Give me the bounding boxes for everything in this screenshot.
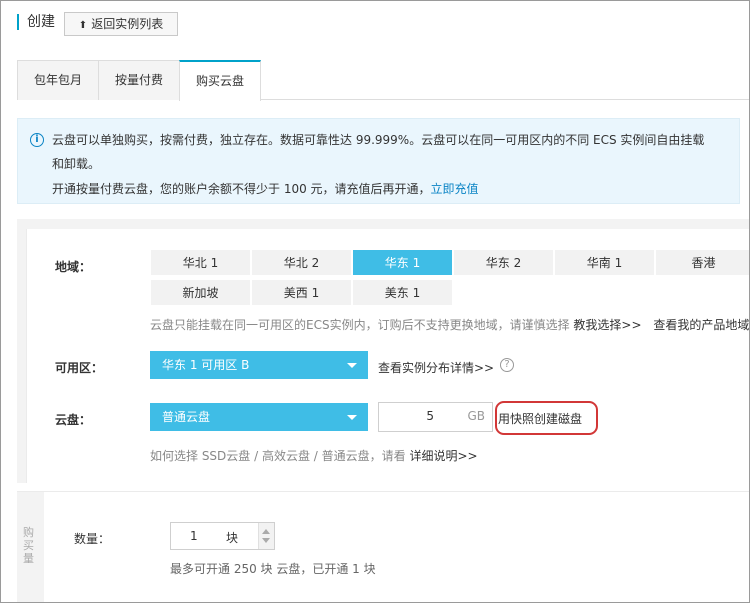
my-regions-link[interactable]: 查看我的产品地域 (653, 318, 749, 332)
tab-bar: 包年包月 按量付费 购买云盘 (17, 60, 749, 101)
region-option-huadong1[interactable]: 华东 1 (352, 249, 453, 276)
region-option-us-east1[interactable]: 美东 1 (352, 279, 453, 306)
zone-distribution-link[interactable]: 查看实例分布详情>> (378, 359, 494, 376)
purchase-side-tab: 购买量 (17, 492, 44, 602)
recharge-link[interactable]: 立即充值 (431, 182, 479, 196)
disk-type-value: 普通云盘 (162, 410, 211, 424)
decrement-arrow-icon[interactable] (262, 538, 270, 543)
window-frame: 创建 ⬆ 返回实例列表 包年包月 按量付费 购买云盘 i 云盘可以单独购买，按需付… (0, 0, 750, 603)
zone-select-value: 华东 1 可用区 B (162, 358, 250, 372)
chevron-down-icon (347, 415, 357, 420)
page-title: 创建 (17, 14, 55, 30)
region-hint-text: 云盘只能挂载在同一可用区的ECS实例内，订购后不支持更换地域，请谨慎选择 (150, 318, 570, 332)
notice-balance-text: 开通按量付费云盘，您的账户余额不得少于 100 元，请充值后再开通， (52, 182, 431, 196)
notice-line-3: 开通按量付费云盘，您的账户余额不得少于 100 元，请充值后再开通，立即充值 (52, 181, 479, 197)
region-option-huabei1[interactable]: 华北 1 (150, 249, 251, 276)
zone-label: 可用区： (55, 361, 104, 375)
notice-line-1: 云盘可以单独购买，按需付费，独立存在。数据可靠性达 99.999%。云盘可以在同… (52, 133, 705, 147)
back-to-list-button[interactable]: ⬆ 返回实例列表 (64, 12, 178, 36)
quantity-value: 1 (190, 529, 198, 543)
increment-arrow-icon[interactable] (262, 529, 270, 534)
disk-hint-text: 如何选择 SSD云盘 / 高效云盘 / 普通云盘，请看 (150, 449, 406, 463)
disk-hint: 如何选择 SSD云盘 / 高效云盘 / 普通云盘，请看 详细说明>> (150, 447, 478, 464)
up-arrow-icon: ⬆ (78, 20, 88, 31)
tab-subscription[interactable]: 包年包月 (17, 60, 99, 100)
tab-buy-disk[interactable]: 购买云盘 (179, 60, 261, 101)
quantity-label: 数量： (74, 532, 111, 546)
config-panel: 地域： 华北 1 华北 2 华东 1 华东 2 华南 1 香港 新加坡 美西 1… (17, 219, 749, 483)
region-option-hongkong[interactable]: 香港 (655, 249, 749, 276)
region-option-singapore[interactable]: 新加坡 (150, 279, 251, 306)
region-hint: 云盘只能挂载在同一可用区的ECS实例内，订购后不支持更换地域，请谨慎选择 教我选… (150, 316, 749, 333)
region-option-huadong2[interactable]: 华东 2 (453, 249, 554, 276)
zone-select[interactable]: 华东 1 可用区 B (150, 351, 368, 379)
back-button-label: 返回实例列表 (91, 17, 164, 31)
notice-line-2: 和卸载。 (52, 157, 101, 171)
disk-detail-link[interactable]: 详细说明>> (409, 449, 477, 463)
quantity-hint: 最多可开通 250 块 云盘，已开通 1 块 (170, 562, 376, 576)
region-label: 地域： (55, 260, 92, 274)
disk-size-unit: GB (467, 409, 485, 423)
disk-size-input[interactable]: 5 GB (378, 402, 493, 432)
chevron-down-icon (347, 363, 357, 368)
disk-label: 云盘： (55, 413, 92, 427)
quantity-unit: 块 (226, 531, 239, 545)
info-notice: i 云盘可以单独购买，按需付费，独立存在。数据可靠性达 99.999%。云盘可以… (17, 118, 740, 204)
info-icon: i (30, 133, 44, 147)
tab-pay-as-you-go[interactable]: 按量付费 (98, 60, 180, 100)
quantity-stepper[interactable]: 1 块 (170, 522, 275, 550)
help-icon[interactable]: ? (500, 358, 514, 372)
region-option-huanan1[interactable]: 华南 1 (554, 249, 655, 276)
help-choose-link[interactable]: 教我选择>> (573, 318, 641, 332)
disk-type-select[interactable]: 普通云盘 (150, 403, 368, 431)
region-option-huabei2[interactable]: 华北 2 (251, 249, 352, 276)
purchase-side-label: 购买量 (23, 526, 34, 565)
disk-size-value: 5 (426, 409, 434, 423)
highlight-annotation (495, 401, 598, 435)
purchase-panel: 购买量 数量： 1 块 最多可开通 250 块 云盘，已开通 1 块 (17, 491, 749, 602)
region-option-us-west1[interactable]: 美西 1 (251, 279, 352, 306)
config-panel-body: 地域： 华北 1 华北 2 华东 1 华东 2 华南 1 香港 新加坡 美西 1… (26, 229, 749, 483)
stepper-buttons[interactable] (258, 523, 274, 549)
